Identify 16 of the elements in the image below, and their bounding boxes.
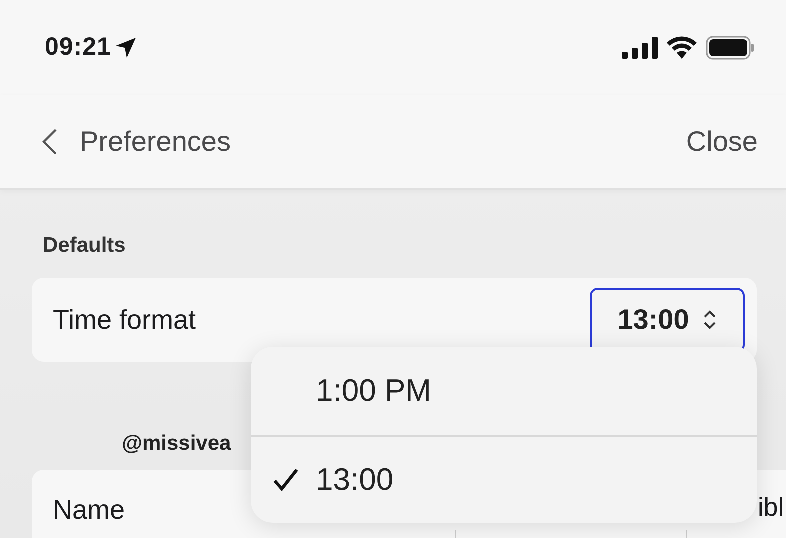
wifi-icon <box>666 36 698 59</box>
column-header: ibl <box>758 492 784 523</box>
location-arrow-icon <box>115 36 138 58</box>
chevron-up-down-icon <box>703 309 718 331</box>
chevron-left-icon <box>42 128 58 156</box>
clock-time: 09:21 <box>45 33 112 62</box>
back-button[interactable]: Preferences <box>42 126 231 158</box>
battery-icon <box>706 36 754 60</box>
setting-label: Time format <box>53 304 196 336</box>
close-button[interactable]: Close <box>686 126 758 158</box>
column-header: Name <box>53 494 126 526</box>
section-title: Defaults <box>43 234 127 258</box>
account-label: @missivea <box>122 432 232 456</box>
menu-item[interactable]: 13:00 <box>251 435 757 523</box>
checkmark-icon <box>273 468 299 492</box>
signal-icon <box>622 36 658 58</box>
